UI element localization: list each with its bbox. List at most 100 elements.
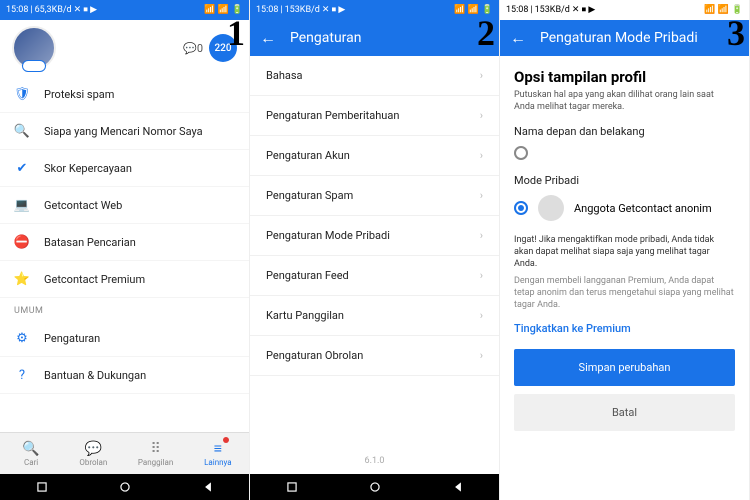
menu-item-spam[interactable]: 🛡Proteksi spam — [0, 76, 249, 113]
set-item-spam[interactable]: Pengaturan Spam › — [250, 176, 499, 216]
menu-item-help[interactable]: ? Bantuan & Dukungan — [0, 357, 249, 394]
screen-2: 2 15:08 | 153KB/d ✕ ⏹ ▶ 📶 📶 🔋 ← Pengatur… — [250, 0, 500, 500]
chat-icon: 💬 — [85, 441, 102, 457]
chevron-right-icon: › — [480, 149, 483, 162]
option-text: Anggota Getcontact anonim — [574, 202, 712, 215]
nav-label: Obrolan — [79, 458, 107, 467]
status-time: 15:08 — [256, 5, 278, 15]
search-icon: 🔍 — [22, 441, 39, 457]
status-bar: 15:08 | 153KB/d ✕ ⏹ ▶ 📶 📶 🔋 — [250, 0, 499, 20]
status-net: 153KB/d — [285, 5, 320, 15]
set-item-feed[interactable]: Pengaturan Feed › — [250, 256, 499, 296]
menu-item-settings[interactable]: ⚙Pengaturan — [0, 320, 249, 357]
status-bar: 15:08 | 65,3KB/d ✕ ⏹ ▶ 📶 📶 🔋 — [0, 0, 249, 20]
section-heading: Opsi tampilan profil — [514, 68, 735, 86]
set-item-bahasa[interactable]: Bahasa › — [250, 56, 499, 96]
home-icon[interactable] — [118, 480, 132, 494]
tab-lainnya[interactable]: ≡Lainnya — [187, 433, 249, 474]
check-icon: ✔ — [14, 160, 30, 176]
star-icon: ⭐ — [14, 271, 30, 287]
set-label: Kartu Panggilan — [266, 309, 344, 322]
menu-item-trust[interactable]: ✔Skor Kepercayaan — [0, 150, 249, 187]
home-icon[interactable] — [368, 480, 382, 494]
page-title: Pengaturan — [290, 30, 362, 46]
section-umum: UMUM — [0, 298, 249, 320]
nav-label: Panggilan — [138, 458, 173, 467]
menu-item-limit[interactable]: ⛔ Batasan Pencarian — [0, 224, 249, 261]
set-item-notif[interactable]: Pengaturan Pemberitahuan › — [250, 96, 499, 136]
menu-label: Pengaturan — [44, 332, 100, 345]
avatar-anon-icon — [538, 195, 564, 221]
radio-unchecked-icon — [514, 146, 528, 160]
status-net: 65,3KB/d — [35, 5, 72, 15]
screen-1: 1 15:08 | 65,3KB/d ✕ ⏹ ▶ 📶 📶 🔋 💬0 220 🛡P… — [0, 0, 250, 500]
status-time: 15:08 — [506, 5, 528, 15]
bottom-nav: 🔍Cari 💬Obrolan ⠿Panggilan ≡Lainnya — [0, 432, 249, 474]
shield-icon: 🛡 — [14, 86, 30, 102]
set-label: Pengaturan Akun — [266, 149, 350, 162]
upgrade-link[interactable]: Tingkatkan ke Premium — [514, 322, 735, 335]
help-icon: ? — [14, 367, 30, 383]
menu-label: Batasan Pencarian — [44, 236, 136, 249]
back-icon[interactable] — [201, 480, 215, 494]
menu-label: Getcontact Web — [44, 199, 122, 212]
block-icon: ⛔ — [14, 234, 30, 250]
recent-icon[interactable] — [285, 480, 299, 494]
section-subtitle: Putuskan hal apa yang akan dilihat orang… — [514, 90, 735, 113]
nav-label: Cari — [24, 458, 38, 467]
chevron-right-icon: › — [480, 189, 483, 202]
set-label: Bahasa — [266, 69, 303, 82]
chat-icon[interactable]: 💬0 — [183, 42, 203, 55]
profile-header: 💬0 220 — [0, 20, 249, 76]
set-label: Pengaturan Mode Pribadi — [266, 229, 390, 242]
profile-avatar[interactable] — [12, 26, 56, 70]
set-item-obrolan[interactable]: Pengaturan Obrolan› — [250, 336, 499, 376]
option-private-label: Mode Pribadi — [514, 174, 735, 187]
recent-icon[interactable] — [35, 480, 49, 494]
status-time: 15:08 — [6, 5, 28, 15]
set-label: Pengaturan Feed — [266, 269, 349, 282]
status-bar: 15:08 | 153KB/d ✕ ⏹ ▶ 📶 📶 🔋 — [500, 0, 749, 20]
tab-panggilan[interactable]: ⠿Panggilan — [125, 433, 187, 474]
radio-private[interactable]: Anggota Getcontact anonim — [514, 195, 735, 221]
red-dot-icon — [223, 437, 229, 443]
msg-count: 0 — [197, 42, 203, 55]
warning-text: Ingat! Jika mengaktifkan mode pribadi, A… — [514, 235, 735, 270]
chevron-right-icon: › — [480, 309, 483, 322]
nav-label: Lainnya — [204, 458, 232, 467]
set-item-akun[interactable]: Pengaturan Akun › — [250, 136, 499, 176]
laptop-icon: 💻 — [14, 197, 30, 213]
set-label: Pengaturan Pemberitahuan — [266, 109, 399, 122]
set-label: Pengaturan Spam — [266, 189, 353, 202]
back-icon[interactable] — [451, 480, 465, 494]
dialpad-icon: ⠿ — [150, 441, 160, 457]
menu-item-search[interactable]: 🔍Siapa yang Mencari Nomor Saya — [0, 113, 249, 150]
chevron-right-icon: › — [480, 109, 483, 122]
menu-item-premium[interactable]: ⭐Getcontact Premium — [0, 261, 249, 298]
page-title: Pengaturan Mode Pribadi — [540, 30, 698, 46]
chevron-right-icon: › — [480, 229, 483, 242]
cancel-button[interactable]: Batal — [514, 394, 735, 431]
menu-label: Bantuan & Dukungan — [44, 369, 146, 382]
menu-icon: ≡ — [214, 440, 222, 457]
set-item-pribadi[interactable]: Pengaturan Mode Pribadi › — [250, 216, 499, 256]
radio-checked-icon — [514, 201, 528, 215]
overlay-number-1: 1 — [227, 12, 245, 54]
chevron-right-icon: › — [480, 69, 483, 82]
tab-cari[interactable]: 🔍Cari — [0, 433, 62, 474]
back-arrow-icon[interactable]: ← — [510, 28, 526, 48]
android-nav — [250, 474, 499, 500]
set-item-kartu[interactable]: Kartu Panggilan › — [250, 296, 499, 336]
menu-list: 🛡Proteksi spam 🔍Siapa yang Mencari Nomor… — [0, 76, 249, 394]
chevron-right-icon: › — [480, 269, 483, 282]
app-bar: ← Pengaturan Mode Pribadi — [500, 20, 749, 56]
screen-3: 3 15:08 | 153KB/d ✕ ⏹ ▶ 📶 📶 🔋 ← Pengatur… — [500, 0, 750, 500]
tab-obrolan[interactable]: 💬Obrolan — [62, 433, 124, 474]
back-arrow-icon[interactable]: ← — [260, 28, 276, 48]
menu-item-web[interactable]: 💻 Getcontact Web — [0, 187, 249, 224]
radio-name[interactable] — [514, 146, 735, 160]
save-button[interactable]: Simpan perubahan — [514, 349, 735, 386]
app-bar: ← Pengaturan — [250, 20, 499, 56]
option-name-label: Nama depan dan belakang — [514, 125, 735, 138]
search-icon: 🔍 — [14, 123, 30, 139]
